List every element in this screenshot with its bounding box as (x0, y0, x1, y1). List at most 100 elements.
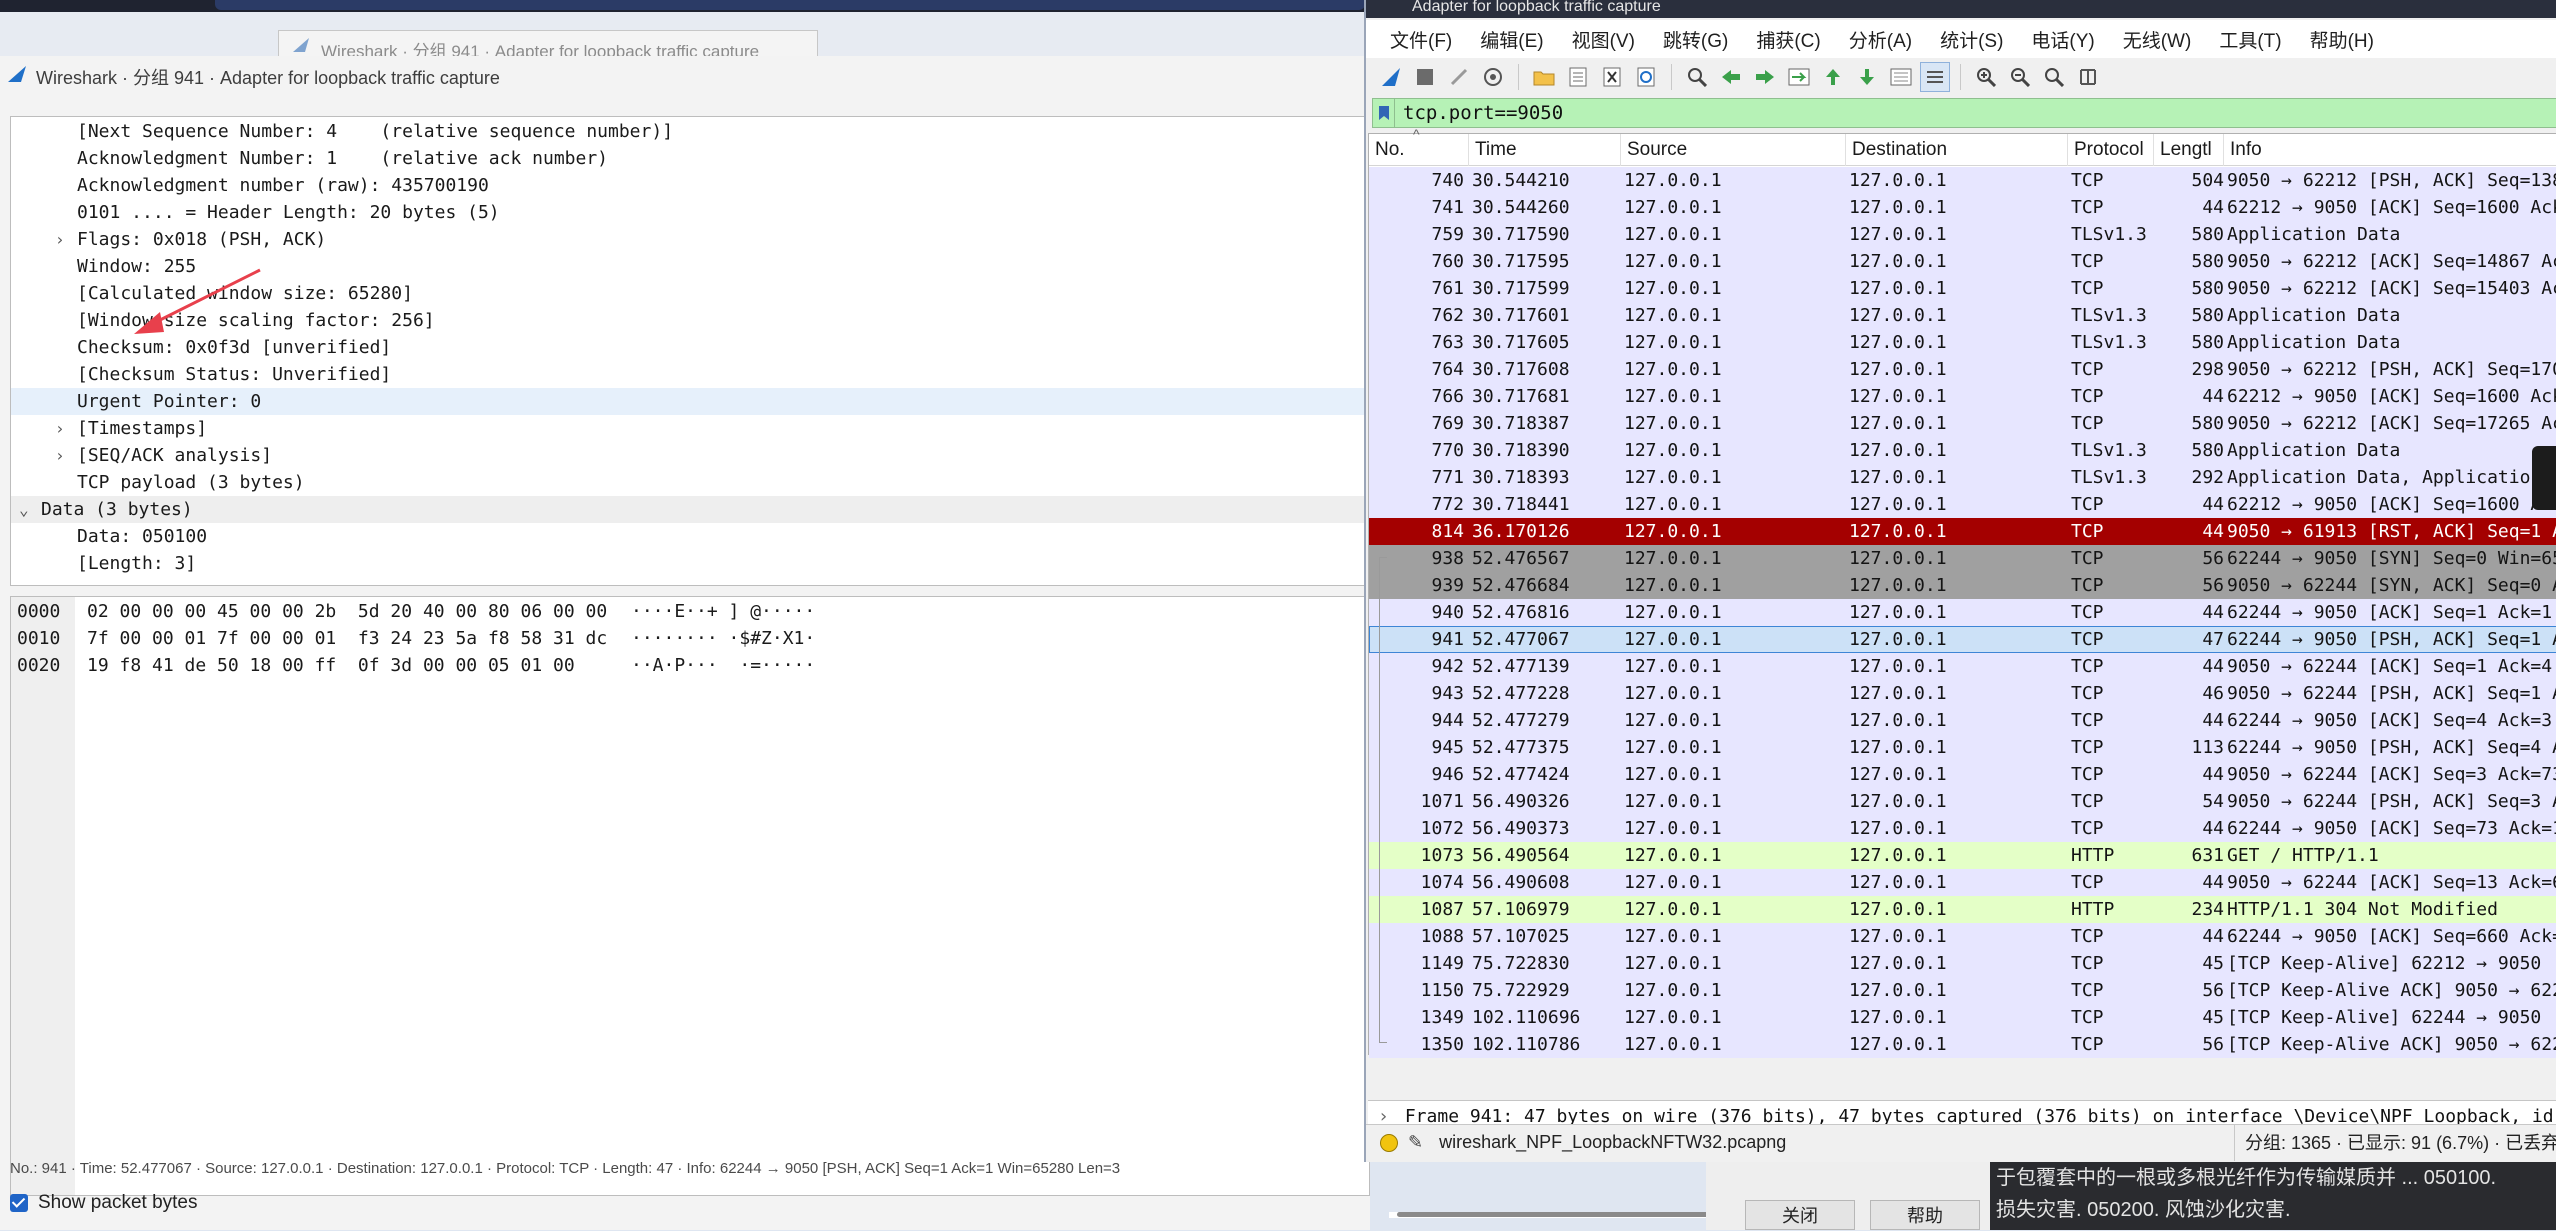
column-header-destination[interactable]: Destination (1846, 134, 2068, 166)
detail-tree-row[interactable]: › Flags: 0x018 (PSH, ACK) (11, 226, 1371, 253)
hex-bytes[interactable]: 7f 00 00 01 7f 00 00 01 f3 24 23 5a f8 5… (87, 625, 607, 652)
go-last-packet-icon[interactable] (1852, 62, 1882, 92)
detail-tree-row[interactable]: [Next Sequence Number: 4 (relative seque… (11, 118, 1371, 145)
packet-row[interactable]: 1149 75.722830 127.0.0.1 127.0.0.1 TCP 45 [TCP… (1369, 950, 2556, 977)
packet-row[interactable]: 942 52.477139 127.0.0.1 127.0.0.1 TCP 44 9050 … (1369, 653, 2556, 680)
show-packet-bytes-option[interactable]: Show packet bytes (10, 1188, 197, 1218)
packet-row[interactable]: 1350 102.110786 127.0.0.1 127.0.0.1 TCP 56 [TC… (1369, 1031, 2556, 1058)
show-packet-bytes-checkbox[interactable] (10, 1194, 28, 1212)
packet-row[interactable]: 741 30.544260 127.0.0.1 127.0.0.1 TCP 44 62212… (1369, 194, 2556, 221)
packet-row[interactable]: 943 52.477228 127.0.0.1 127.0.0.1 TCP 46 9050 … (1369, 680, 2556, 707)
menu-item[interactable]: 编辑(E) (1468, 22, 1557, 57)
packet-row[interactable]: 814 36.170126 127.0.0.1 127.0.0.1 TCP 44 9050 … (1369, 518, 2556, 545)
hex-ascii[interactable]: ··A·P··· ·=····· (631, 652, 815, 679)
menu-item[interactable]: 统计(S) (1928, 22, 2017, 57)
packet-row[interactable]: 759 30.717590 127.0.0.1 127.0.0.1 TLSv1.3 580… (1369, 221, 2556, 248)
detail-tree-row[interactable]: [Length: 3] (11, 550, 1371, 577)
column-header-length[interactable]: Lengtl (2154, 134, 2224, 166)
detail-tree-row[interactable]: Acknowledgment Number: 1 (relative ack n… (11, 145, 1371, 172)
packet-row[interactable]: 762 30.717601 127.0.0.1 127.0.0.1 TLSv1.3 580… (1369, 302, 2556, 329)
chevron-right-icon[interactable]: › (55, 442, 65, 469)
packet-row[interactable]: 1072 56.490373 127.0.0.1 127.0.0.1 TCP 44 6224… (1369, 815, 2556, 842)
colorize-icon[interactable] (1920, 62, 1950, 92)
menu-item[interactable]: 分析(A) (1837, 22, 1926, 57)
find-packet-icon[interactable] (1682, 62, 1712, 92)
screen-edge-handle[interactable] (2532, 446, 2556, 510)
packet-row[interactable]: 1088 57.107025 127.0.0.1 127.0.0.1 TCP 44 6224… (1369, 923, 2556, 950)
detail-tree-row[interactable]: › [Timestamps] (11, 415, 1371, 442)
packet-list[interactable]: No. Time Source Destination Protocol Lengtl In… (1368, 126, 2556, 1218)
menu-item[interactable]: 跳转(G) (1651, 22, 1742, 57)
zoom-in-icon[interactable] (1971, 62, 2001, 92)
zoom-out-icon[interactable] (2005, 62, 2035, 92)
menu-item[interactable]: 视图(V) (1560, 22, 1649, 57)
column-header-info[interactable]: Info (2224, 134, 2556, 166)
packet-row[interactable]: 1087 57.106979 127.0.0.1 127.0.0.1 HTTP 234 HT… (1369, 896, 2556, 923)
column-header-protocol[interactable]: Protocol (2068, 134, 2154, 166)
packet-row[interactable]: 946 52.477424 127.0.0.1 127.0.0.1 TCP 44 9050 … (1369, 761, 2556, 788)
detail-tree-row[interactable]: Urgent Pointer: 0 (11, 388, 1371, 415)
chevron-down-icon[interactable]: ⌄ (19, 496, 29, 523)
packet-bytes-pane[interactable]: 0000 02 00 00 00 45 00 00 2b 5d 20 40 00 … (10, 596, 1370, 1196)
packet-row[interactable]: 940 52.476816 127.0.0.1 127.0.0.1 TCP 44 62244… (1369, 599, 2556, 626)
packet-row[interactable]: 941 52.477067 127.0.0.1 127.0.0.1 TCP 47 62244… (1369, 626, 2556, 653)
packet-row[interactable]: 939 52.476684 127.0.0.1 127.0.0.1 TCP 56 9050 … (1369, 572, 2556, 599)
packet-row[interactable]: 740 30.544210 127.0.0.1 127.0.0.1 TCP 504 9050… (1369, 167, 2556, 194)
resize-columns-icon[interactable] (2073, 62, 2103, 92)
packet-row[interactable]: 944 52.477279 127.0.0.1 127.0.0.1 TCP 44 62244… (1369, 707, 2556, 734)
bookmark-icon[interactable] (1373, 99, 1395, 127)
stop-capture-icon[interactable] (1410, 62, 1440, 92)
packet-row[interactable]: 1071 56.490326 127.0.0.1 127.0.0.1 TCP 54 9050… (1369, 788, 2556, 815)
detail-tree-row[interactable]: 0101 .... = Header Length: 20 bytes (5) (11, 199, 1371, 226)
packet-row[interactable]: 1349 102.110696 127.0.0.1 127.0.0.1 TCP 45 [TC… (1369, 1004, 2556, 1031)
packet-row[interactable]: 761 30.717599 127.0.0.1 127.0.0.1 TCP 580 9050… (1369, 275, 2556, 302)
packet-row[interactable]: 1073 56.490564 127.0.0.1 127.0.0.1 HTTP 631 GE… (1369, 842, 2556, 869)
close-file-icon[interactable] (1597, 62, 1627, 92)
display-filter-bar[interactable]: tcp.port==9050 (1372, 98, 2556, 128)
packet-row[interactable]: 764 30.717608 127.0.0.1 127.0.0.1 TCP 298 9050… (1369, 356, 2556, 383)
capture-options-icon[interactable] (1478, 62, 1508, 92)
menu-item[interactable]: 捕获(C) (1744, 22, 1834, 57)
detail-tree-row[interactable]: Data: 050100 (11, 523, 1371, 550)
packet-row[interactable]: 763 30.717605 127.0.0.1 127.0.0.1 TLSv1.3 580… (1369, 329, 2556, 356)
main-window-titlebar[interactable]: Adapter for loopback traffic capture (1366, 0, 2556, 18)
detail-tree-row[interactable]: › [SEQ/ACK analysis] (11, 442, 1371, 469)
chevron-right-icon[interactable]: › (55, 226, 65, 253)
menu-item[interactable]: 文件(F) (1378, 22, 1466, 57)
restart-capture-icon[interactable] (1444, 62, 1474, 92)
packet-row[interactable]: 1074 56.490608 127.0.0.1 127.0.0.1 TCP 44 9050… (1369, 869, 2556, 896)
detail-tree-row[interactable]: Acknowledgment number (raw): 435700190 (11, 172, 1371, 199)
column-header-time[interactable]: Time (1469, 134, 1621, 166)
normal-size-icon[interactable] (2039, 62, 2069, 92)
menu-item[interactable]: 帮助(H) (2298, 22, 2388, 57)
menu-item[interactable]: 工具(T) (2207, 22, 2295, 57)
packet-row[interactable]: 771 30.718393 127.0.0.1 127.0.0.1 TLSv1.3 292… (1369, 464, 2556, 491)
menu-item[interactable]: 无线(W) (2111, 22, 2206, 57)
column-header-source[interactable]: Source (1621, 134, 1846, 166)
detail-tree-row[interactable]: TCP payload (3 bytes) (11, 469, 1371, 496)
open-folder-icon[interactable] (1529, 62, 1559, 92)
help-dialog-button[interactable]: 帮助 (1870, 1200, 1980, 1230)
auto-scroll-icon[interactable] (1886, 62, 1916, 92)
chevron-right-icon[interactable]: › (55, 415, 65, 442)
close-dialog-button[interactable]: 关闭 (1745, 1200, 1855, 1230)
packet-row[interactable]: 770 30.718390 127.0.0.1 127.0.0.1 TLSv1.3 580… (1369, 437, 2556, 464)
hex-ascii[interactable]: ····E··+ ] @····· (631, 598, 815, 625)
go-forward-icon[interactable] (1750, 62, 1780, 92)
hex-bytes[interactable]: 19 f8 41 de 50 18 00 ff 0f 3d 00 00 05 0… (87, 652, 575, 679)
packet-row[interactable]: 766 30.717681 127.0.0.1 127.0.0.1 TCP 44 62212… (1369, 383, 2556, 410)
display-filter-input[interactable]: tcp.port==9050 (1403, 102, 1563, 124)
edit-comment-icon[interactable]: ✎ (1408, 1132, 1423, 1153)
hex-bytes[interactable]: 02 00 00 00 45 00 00 2b 5d 20 40 00 80 0… (87, 598, 607, 625)
packet-window-titlebar[interactable]: Wireshark · 分组 941 · Adapter for loopbac… (0, 56, 1370, 92)
packet-row[interactable]: 938 52.476567 127.0.0.1 127.0.0.1 TCP 56 62244… (1369, 545, 2556, 572)
expert-info-indicator-icon[interactable] (1380, 1133, 1398, 1152)
reload-file-icon[interactable] (1631, 62, 1661, 92)
packet-row[interactable]: 769 30.718387 127.0.0.1 127.0.0.1 TCP 580 9050… (1369, 410, 2556, 437)
menu-item[interactable]: 电话(Y) (2019, 22, 2108, 57)
hex-ascii[interactable]: ········ ·$#Z·X1· (631, 625, 815, 652)
go-back-icon[interactable] (1716, 62, 1746, 92)
shark-fin-start-icon[interactable] (1376, 62, 1406, 92)
go-to-packet-icon[interactable] (1784, 62, 1814, 92)
packet-row[interactable]: 772 30.718441 127.0.0.1 127.0.0.1 TCP 44 62212… (1369, 491, 2556, 518)
